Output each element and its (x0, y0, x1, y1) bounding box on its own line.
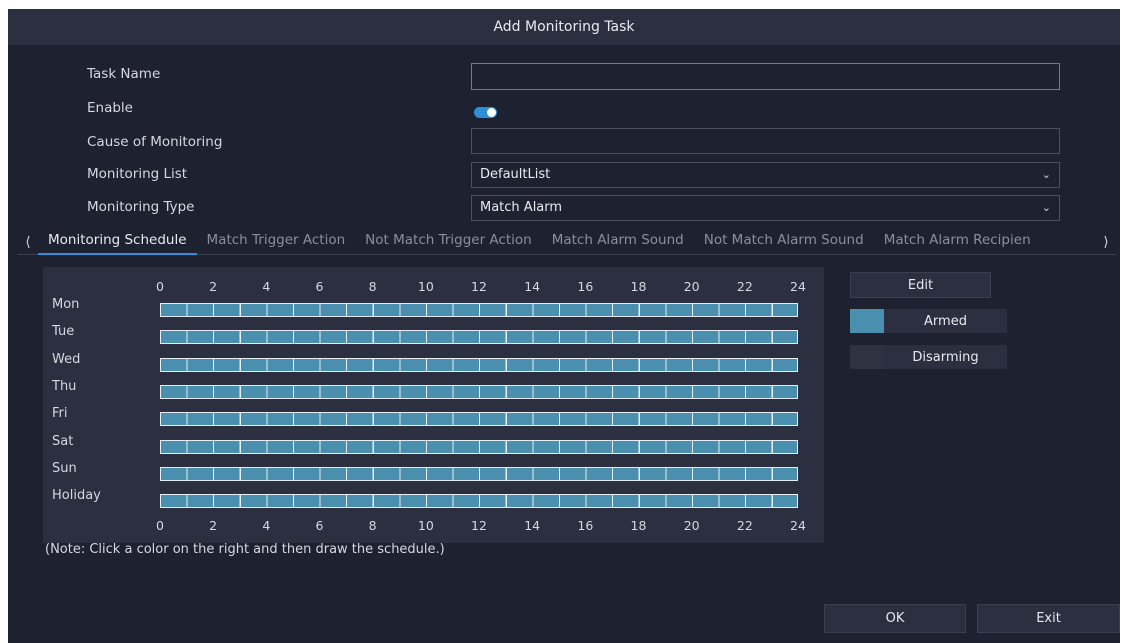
hour-label-bottom: 20 (683, 518, 700, 533)
hour-label-bottom: 10 (417, 518, 434, 533)
chevron-right-icon[interactable]: ⟩ (1096, 234, 1116, 250)
chevron-down-icon: ⌄ (1041, 168, 1051, 181)
cause-of-monitoring-label: Cause of Monitoring (87, 134, 223, 150)
tab-not-match-alarm-sound[interactable]: Not Match Alarm Sound (694, 228, 874, 253)
hour-label-bottom: 14 (524, 518, 541, 533)
hour-label-bottom: 24 (790, 518, 806, 533)
hour-label-top: 10 (417, 279, 434, 294)
hour-label-top: 24 (790, 279, 806, 294)
disarming-label: Disarming (912, 349, 979, 365)
task-name-input[interactable] (471, 63, 1060, 90)
ok-button[interactable]: OK (824, 604, 966, 633)
hour-label-bottom: 16 (577, 518, 594, 533)
schedule-panel: 0 2 4 6 8 10 12 14 16 18 20 22 24 0 2 4 6 8 10 12 14 16 18 20 2… (43, 267, 824, 543)
day-label: Holiday (52, 488, 101, 504)
day-label: Sun (52, 460, 77, 476)
hour-label-bottom: 8 (368, 518, 377, 533)
tab-match-alarm-recipient[interactable]: Match Alarm Recipien (874, 228, 1041, 253)
disarming-swatch (850, 345, 884, 369)
chevron-left-icon[interactable]: ⟨ (18, 234, 38, 250)
monitoring-list-select[interactable]: DefaultList ⌄ (471, 162, 1060, 188)
monitoring-list-label: Monitoring List (87, 166, 188, 182)
hour-label-bottom: 22 (736, 518, 753, 533)
hour-label-top: 4 (262, 279, 271, 294)
schedule-bar[interactable] (160, 330, 798, 345)
hour-label-top: 0 (156, 279, 164, 294)
hour-label-top: 14 (524, 279, 541, 294)
tab-bar: ⟨ Monitoring Schedule Match Trigger Acti… (18, 229, 1116, 255)
chevron-down-icon: ⌄ (1041, 201, 1051, 214)
cause-of-monitoring-input[interactable] (471, 128, 1060, 154)
armed-label: Armed (924, 313, 967, 329)
disarming-legend[interactable]: Disarming (850, 345, 1007, 369)
tab-strip: Monitoring Schedule Match Trigger Action… (38, 228, 1096, 255)
hour-label-top: 22 (736, 279, 753, 294)
enable-label: Enable (87, 100, 133, 116)
hour-label-top: 8 (368, 279, 377, 294)
hour-label-top: 18 (630, 279, 647, 294)
schedule-bar[interactable] (160, 357, 798, 372)
toggle-knob (487, 108, 496, 117)
monitoring-type-label: Monitoring Type (87, 199, 195, 215)
schedule-bar[interactable] (160, 412, 798, 427)
schedule-bar[interactable] (160, 303, 798, 317)
tab-monitoring-schedule[interactable]: Monitoring Schedule (38, 228, 197, 255)
day-label: Wed (52, 351, 81, 367)
tab-not-match-trigger-action[interactable]: Not Match Trigger Action (355, 228, 542, 253)
hour-label-top: 16 (577, 279, 594, 294)
dialog-titlebar: Add Monitoring Task (8, 9, 1120, 45)
tab-match-trigger-action[interactable]: Match Trigger Action (197, 228, 356, 253)
armed-legend[interactable]: Armed (850, 309, 1007, 333)
hour-label-top: 20 (683, 279, 700, 294)
hour-label-bottom: 2 (209, 518, 218, 533)
exit-button[interactable]: Exit (977, 604, 1120, 633)
hour-label-top: 6 (315, 279, 324, 294)
schedule-bar[interactable] (160, 494, 798, 509)
hour-label-bottom: 6 (315, 518, 324, 533)
task-name-label: Task Name (87, 66, 161, 82)
monitoring-list-value: DefaultList (480, 167, 551, 182)
day-label: Thu (52, 378, 77, 394)
hour-label-bottom: 4 (262, 518, 271, 533)
day-label: Sat (52, 433, 74, 449)
hour-label-bottom: 12 (471, 518, 487, 533)
dialog-title: Add Monitoring Task (493, 19, 635, 35)
hour-label-top: 12 (471, 279, 487, 294)
schedule-bar[interactable] (160, 439, 798, 454)
armed-swatch (850, 309, 884, 333)
hour-label-top: 2 (209, 279, 218, 294)
hour-label-bottom: 18 (630, 518, 647, 533)
monitoring-type-value: Match Alarm (480, 200, 563, 215)
edit-button[interactable]: Edit (850, 272, 991, 298)
day-label: Mon (52, 297, 80, 312)
schedule-note: (Note: Click a color on the right and th… (45, 542, 445, 557)
add-monitoring-task-dialog: Add Monitoring Task Task Name Enable Cau… (8, 9, 1120, 643)
day-label: Tue (52, 324, 75, 340)
day-label: Fri (52, 406, 68, 422)
schedule-bar[interactable] (160, 384, 798, 399)
enable-toggle[interactable] (474, 107, 497, 118)
tab-match-alarm-sound[interactable]: Match Alarm Sound (542, 228, 694, 253)
monitoring-type-select[interactable]: Match Alarm ⌄ (471, 195, 1060, 221)
schedule-bar[interactable] (160, 466, 798, 481)
hour-label-bottom: 0 (156, 518, 164, 533)
